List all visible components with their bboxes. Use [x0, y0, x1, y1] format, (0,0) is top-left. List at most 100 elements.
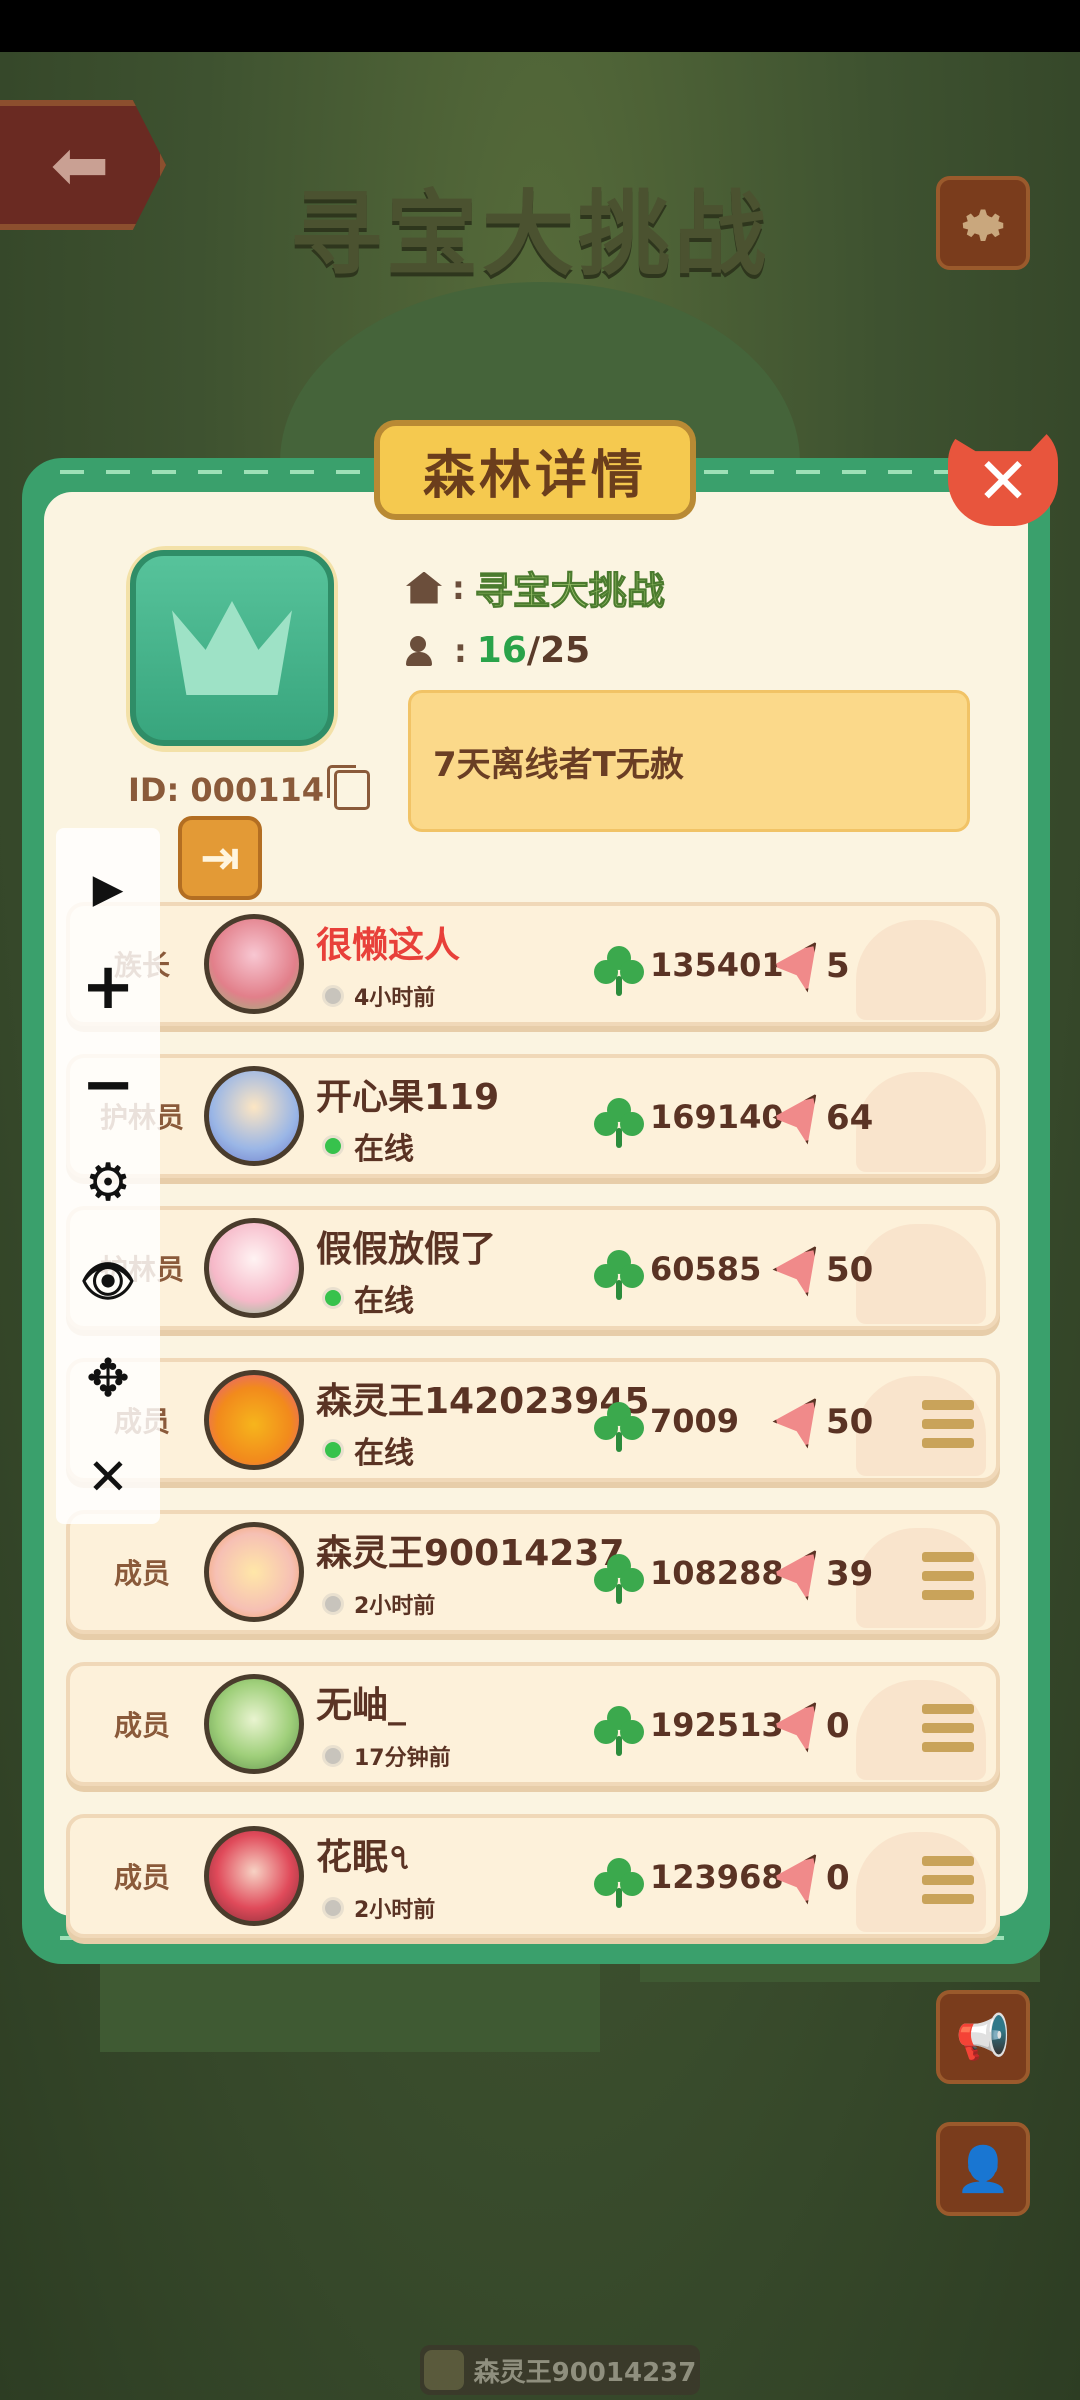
online-dot	[322, 1135, 344, 1157]
paper-plane-heart-icon[interactable]	[768, 1854, 818, 1904]
member-name: 无岫_	[316, 1685, 407, 1726]
member-current: 16	[476, 630, 527, 671]
hamburger-icon[interactable]	[922, 1552, 974, 1600]
member-status: 2小时前	[322, 1892, 435, 1924]
avatar[interactable]	[204, 1674, 304, 1774]
member-name: 假假放假了	[316, 1229, 497, 1270]
paper-plane-heart-icon[interactable]	[768, 1702, 818, 1752]
member-status-text: 在线	[354, 1284, 414, 1319]
member-status: 在线	[322, 1276, 414, 1320]
avatar[interactable]	[204, 1370, 304, 1470]
member-max: 25	[540, 630, 591, 671]
member-status: 4小时前	[322, 980, 435, 1012]
row-decoration	[856, 1072, 986, 1172]
clover-icon	[594, 1402, 644, 1452]
house-icon	[406, 571, 442, 604]
member-status-text: 17分钟前	[354, 1746, 451, 1771]
member-status-text: 在线	[354, 1436, 414, 1471]
avatar[interactable]	[204, 914, 304, 1014]
bottom-player-tag: 森灵王90014237	[420, 2345, 700, 2395]
paper-plane-heart-icon[interactable]	[768, 1398, 818, 1448]
member-sep: /	[526, 630, 541, 671]
clover-score: 60585	[650, 1250, 762, 1288]
member-row[interactable]: 族长 很懒这人 4小时前 135401 5	[66, 902, 1000, 1026]
member-status-text: 2小时前	[354, 1898, 436, 1923]
eye-button[interactable]: 👁	[56, 1246, 160, 1316]
clover-icon	[594, 1706, 644, 1756]
member-row[interactable]: 护林员 开心果119 在线 169140 64	[66, 1054, 1000, 1178]
row-decoration	[856, 1224, 986, 1324]
zoom-out-button[interactable]: −	[56, 1048, 160, 1122]
clover-icon	[594, 1250, 644, 1300]
forest-name: 寻宝大挑战	[474, 569, 665, 614]
zoom-in-button[interactable]: +	[56, 950, 160, 1024]
panel-title: 森林详情	[374, 420, 696, 520]
row-decoration	[856, 920, 986, 1020]
clover-icon	[594, 1858, 644, 1908]
exit-forest-button[interactable]: ⇥	[178, 816, 262, 900]
member-name: 花眠৭	[316, 1837, 412, 1878]
avatar[interactable]	[204, 1218, 304, 1318]
member-status: 在线	[322, 1124, 414, 1168]
clover-icon	[594, 1098, 644, 1148]
arrow-left-icon: ⬅	[50, 124, 110, 206]
profile-button[interactable]: 👤	[936, 2122, 1030, 2216]
member-count: 16/25	[477, 630, 590, 671]
member-row[interactable]: 成员 森灵王142023945 在线 7009 50	[66, 1358, 1000, 1482]
paper-plane-heart-icon[interactable]	[768, 1550, 818, 1600]
clover-score: 7009	[650, 1402, 740, 1440]
floating-toolbar: ▶ + − ⚙ 👁 ✥ ✕	[56, 828, 160, 1524]
exit-icon: ⇥	[199, 830, 241, 886]
member-status: 在线	[322, 1428, 414, 1472]
member-name: 开心果119	[316, 1077, 500, 1118]
hamburger-icon[interactable]	[922, 1704, 974, 1752]
move-button[interactable]: ✥	[56, 1344, 160, 1414]
member-row[interactable]: 成员 花眠৭ 2小时前 123968 0	[66, 1814, 1000, 1938]
forest-id: ID: 000114	[128, 765, 370, 810]
toolbar-close-button[interactable]: ✕	[56, 1442, 160, 1512]
avatar[interactable]	[204, 1522, 304, 1622]
like-count: 50	[826, 1250, 874, 1290]
forest-emblem	[130, 550, 334, 746]
hamburger-icon[interactable]	[922, 1400, 974, 1448]
colon: :	[452, 568, 465, 607]
forest-name-row: : 寻宝大挑战	[406, 560, 665, 615]
avatar[interactable]	[204, 1826, 304, 1926]
member-row[interactable]: 成员 森灵王90014237 2小时前 108288 39	[66, 1510, 1000, 1634]
crown-icon	[172, 601, 292, 695]
online-dot	[322, 1287, 344, 1309]
announcement-button[interactable]: 📢	[936, 1990, 1030, 2084]
offline-dot	[322, 1897, 344, 1919]
settings-button[interactable]	[936, 176, 1030, 270]
member-role: 成员	[113, 1709, 170, 1742]
play-button[interactable]: ▶	[56, 854, 160, 924]
member-row[interactable]: 成员 无岫_ 17分钟前 192513 0	[66, 1662, 1000, 1786]
paper-plane-heart-icon[interactable]	[768, 1246, 818, 1296]
avatar[interactable]	[204, 1066, 304, 1166]
person-icon: 👤	[955, 2144, 1011, 2195]
forest-notice: 7天离线者T无赦	[408, 690, 970, 832]
close-icon: ✕	[976, 445, 1030, 519]
like-count: 5	[826, 946, 850, 986]
offline-dot	[322, 1593, 344, 1615]
member-role: 成员	[113, 1861, 170, 1894]
member-status-text: 4小时前	[354, 986, 436, 1011]
clover-score: 169140	[650, 1098, 784, 1136]
back-button[interactable]: ⬅	[0, 100, 166, 230]
like-count: 0	[826, 1706, 850, 1746]
like-count: 0	[826, 1858, 850, 1898]
member-row[interactable]: 护林员 假假放假了 在线 60585 50	[66, 1206, 1000, 1330]
offline-dot	[322, 985, 344, 1007]
clover-score: 135401	[650, 946, 784, 984]
member-name: 很懒这人	[316, 925, 461, 966]
clover-icon	[594, 1554, 644, 1604]
paper-plane-heart-icon[interactable]	[768, 942, 818, 992]
paper-plane-heart-icon[interactable]	[768, 1094, 818, 1144]
colon: :	[454, 631, 467, 670]
toolbar-settings-button[interactable]: ⚙	[56, 1148, 160, 1218]
hamburger-icon[interactable]	[922, 1856, 974, 1904]
member-status-text: 在线	[354, 1132, 414, 1167]
copy-icon[interactable]	[327, 765, 370, 810]
status-bar	[0, 0, 1080, 52]
player-avatar	[423, 2350, 464, 2390]
